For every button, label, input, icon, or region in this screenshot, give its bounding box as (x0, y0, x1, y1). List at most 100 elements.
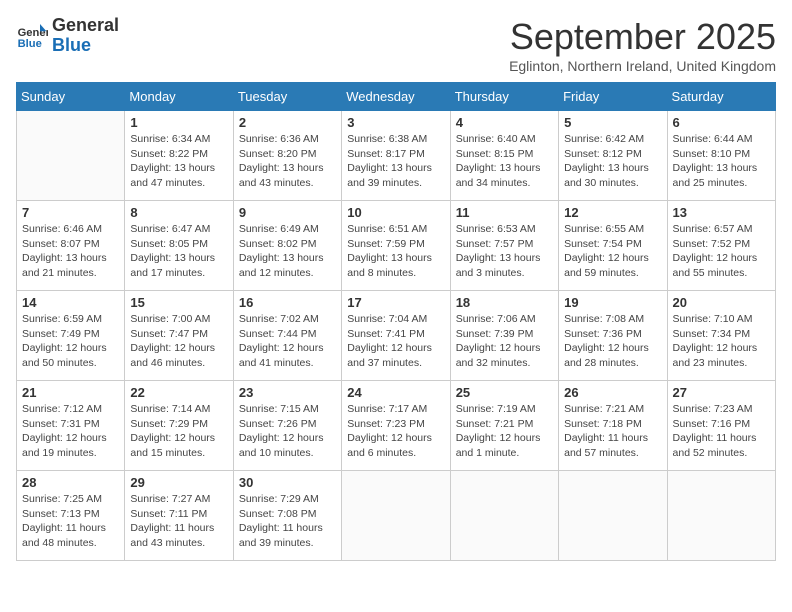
location-subtitle: Eglinton, Northern Ireland, United Kingd… (509, 58, 776, 74)
calendar-cell: 9Sunrise: 6:49 AM Sunset: 8:02 PM Daylig… (233, 201, 341, 291)
day-number: 6 (673, 115, 770, 130)
calendar-cell: 21 Sunrise: 7:12 AM Sunset: 7:31 PM Dayli… (17, 381, 125, 471)
day-number: 14 (22, 295, 119, 310)
day-content: Sunrise: 7:14 AM Sunset: 7:29 PM Dayligh… (130, 402, 227, 461)
day-number: 12 (564, 205, 661, 220)
day-content: Sunrise: 7:19 AM Sunset: 7:21 PM Dayligh… (456, 402, 553, 461)
calendar-cell: 3Sunrise: 6:38 AM Sunset: 8:17 PM Daylig… (342, 111, 450, 201)
svg-text:Blue: Blue (18, 38, 42, 50)
calendar-cell: 24 Sunrise: 7:17 AM Sunset: 7:23 PM Dayli… (342, 381, 450, 471)
calendar-cell: 12 Sunrise: 6:55 AM Sunset: 7:54 PM Dayli… (559, 201, 667, 291)
calendar-cell: 18 Sunrise: 7:06 AM Sunset: 7:39 PM Dayli… (450, 291, 558, 381)
calendar-cell: 19Sunrise: 7:08 AM Sunset: 7:36 PM Dayli… (559, 291, 667, 381)
calendar-cell (17, 111, 125, 201)
calendar-cell (667, 471, 775, 561)
day-number: 2 (239, 115, 336, 130)
weekday-header-saturday: Saturday (667, 83, 775, 111)
calendar-cell: 1Sunrise: 6:34 AM Sunset: 8:22 PM Daylig… (125, 111, 233, 201)
calendar-cell: 17Sunrise: 7:04 AM Sunset: 7:41 PM Dayli… (342, 291, 450, 381)
day-content: Sunrise: 6:38 AM Sunset: 8:17 PM Dayligh… (347, 132, 444, 191)
calendar-cell: 8 Sunrise: 6:47 AM Sunset: 8:05 PM Daylig… (125, 201, 233, 291)
calendar-cell: 6 Sunrise: 6:44 AM Sunset: 8:10 PM Daylig… (667, 111, 775, 201)
day-content: Sunrise: 6:42 AM Sunset: 8:12 PM Dayligh… (564, 132, 661, 191)
day-number: 10 (347, 205, 444, 220)
day-number: 8 (130, 205, 227, 220)
day-content: Sunrise: 7:04 AM Sunset: 7:41 PM Dayligh… (347, 312, 444, 371)
title-block: September 2025 Eglinton, Northern Irelan… (509, 16, 776, 74)
calendar-cell: 23Sunrise: 7:15 AM Sunset: 7:26 PM Dayli… (233, 381, 341, 471)
day-content: Sunrise: 6:57 AM Sunset: 7:52 PM Dayligh… (673, 222, 770, 281)
day-number: 21 (22, 385, 119, 400)
calendar-cell: 28 Sunrise: 7:25 AM Sunset: 7:13 PM Dayli… (17, 471, 125, 561)
calendar-cell: 11 Sunrise: 6:53 AM Sunset: 7:57 PM Dayli… (450, 201, 558, 291)
day-content: Sunrise: 7:15 AM Sunset: 7:26 PM Dayligh… (239, 402, 336, 461)
day-content: Sunrise: 6:59 AM Sunset: 7:49 PM Dayligh… (22, 312, 119, 371)
day-content: Sunrise: 6:53 AM Sunset: 7:57 PM Dayligh… (456, 222, 553, 281)
day-number: 27 (673, 385, 770, 400)
calendar-cell (342, 471, 450, 561)
page-header: General Blue General Blue September 2025… (16, 16, 776, 74)
weekday-header-sunday: Sunday (17, 83, 125, 111)
day-content: Sunrise: 7:08 AM Sunset: 7:36 PM Dayligh… (564, 312, 661, 371)
day-content: Sunrise: 7:10 AM Sunset: 7:34 PM Dayligh… (673, 312, 770, 371)
calendar-cell: 20 Sunrise: 7:10 AM Sunset: 7:34 PM Dayli… (667, 291, 775, 381)
day-number: 11 (456, 205, 553, 220)
week-row-1: 1Sunrise: 6:34 AM Sunset: 8:22 PM Daylig… (17, 111, 776, 201)
logo: General Blue General Blue (16, 16, 119, 56)
weekday-header-tuesday: Tuesday (233, 83, 341, 111)
day-number: 4 (456, 115, 553, 130)
day-number: 25 (456, 385, 553, 400)
calendar-cell: 14 Sunrise: 6:59 AM Sunset: 7:49 PM Dayli… (17, 291, 125, 381)
day-content: Sunrise: 6:46 AM Sunset: 8:07 PM Dayligh… (22, 222, 119, 281)
weekday-header-monday: Monday (125, 83, 233, 111)
calendar-table: SundayMondayTuesdayWednesdayThursdayFrid… (16, 82, 776, 561)
month-title: September 2025 (509, 16, 776, 58)
day-content: Sunrise: 7:17 AM Sunset: 7:23 PM Dayligh… (347, 402, 444, 461)
day-content: Sunrise: 7:25 AM Sunset: 7:13 PM Dayligh… (22, 492, 119, 551)
day-number: 30 (239, 475, 336, 490)
calendar-cell (450, 471, 558, 561)
calendar-cell: 7 Sunrise: 6:46 AM Sunset: 8:07 PM Daylig… (17, 201, 125, 291)
calendar-cell: 16Sunrise: 7:02 AM Sunset: 7:44 PM Dayli… (233, 291, 341, 381)
day-number: 9 (239, 205, 336, 220)
day-number: 29 (130, 475, 227, 490)
day-number: 13 (673, 205, 770, 220)
calendar-cell: 5 Sunrise: 6:42 AM Sunset: 8:12 PM Daylig… (559, 111, 667, 201)
day-content: Sunrise: 7:02 AM Sunset: 7:44 PM Dayligh… (239, 312, 336, 371)
day-number: 26 (564, 385, 661, 400)
day-number: 20 (673, 295, 770, 310)
day-content: Sunrise: 6:44 AM Sunset: 8:10 PM Dayligh… (673, 132, 770, 191)
calendar-cell: 4Sunrise: 6:40 AM Sunset: 8:15 PM Daylig… (450, 111, 558, 201)
calendar-cell: 2 Sunrise: 6:36 AM Sunset: 8:20 PM Daylig… (233, 111, 341, 201)
day-number: 28 (22, 475, 119, 490)
calendar-cell: 10 Sunrise: 6:51 AM Sunset: 7:59 PM Dayli… (342, 201, 450, 291)
day-content: Sunrise: 7:06 AM Sunset: 7:39 PM Dayligh… (456, 312, 553, 371)
week-row-2: 7 Sunrise: 6:46 AM Sunset: 8:07 PM Daylig… (17, 201, 776, 291)
week-row-5: 28 Sunrise: 7:25 AM Sunset: 7:13 PM Dayli… (17, 471, 776, 561)
day-number: 7 (22, 205, 119, 220)
calendar-cell (559, 471, 667, 561)
calendar-cell: 22 Sunrise: 7:14 AM Sunset: 7:29 PM Dayli… (125, 381, 233, 471)
day-content: Sunrise: 7:00 AM Sunset: 7:47 PM Dayligh… (130, 312, 227, 371)
day-content: Sunrise: 6:55 AM Sunset: 7:54 PM Dayligh… (564, 222, 661, 281)
day-content: Sunrise: 7:21 AM Sunset: 7:18 PM Dayligh… (564, 402, 661, 461)
day-content: Sunrise: 7:12 AM Sunset: 7:31 PM Dayligh… (22, 402, 119, 461)
weekday-header-row: SundayMondayTuesdayWednesdayThursdayFrid… (17, 83, 776, 111)
calendar-cell: 27Sunrise: 7:23 AM Sunset: 7:16 PM Dayli… (667, 381, 775, 471)
day-content: Sunrise: 6:36 AM Sunset: 8:20 PM Dayligh… (239, 132, 336, 191)
day-number: 18 (456, 295, 553, 310)
day-number: 24 (347, 385, 444, 400)
day-number: 22 (130, 385, 227, 400)
calendar-cell: 29 Sunrise: 7:27 AM Sunset: 7:11 PM Dayli… (125, 471, 233, 561)
day-number: 5 (564, 115, 661, 130)
day-content: Sunrise: 7:27 AM Sunset: 7:11 PM Dayligh… (130, 492, 227, 551)
day-content: Sunrise: 6:47 AM Sunset: 8:05 PM Dayligh… (130, 222, 227, 281)
calendar-cell: 26 Sunrise: 7:21 AM Sunset: 7:18 PM Dayli… (559, 381, 667, 471)
calendar-cell: 13 Sunrise: 6:57 AM Sunset: 7:52 PM Dayli… (667, 201, 775, 291)
weekday-header-wednesday: Wednesday (342, 83, 450, 111)
logo-text: General Blue (52, 16, 119, 56)
weekday-header-friday: Friday (559, 83, 667, 111)
calendar-cell: 25 Sunrise: 7:19 AM Sunset: 7:21 PM Dayli… (450, 381, 558, 471)
day-content: Sunrise: 6:51 AM Sunset: 7:59 PM Dayligh… (347, 222, 444, 281)
day-content: Sunrise: 6:34 AM Sunset: 8:22 PM Dayligh… (130, 132, 227, 191)
